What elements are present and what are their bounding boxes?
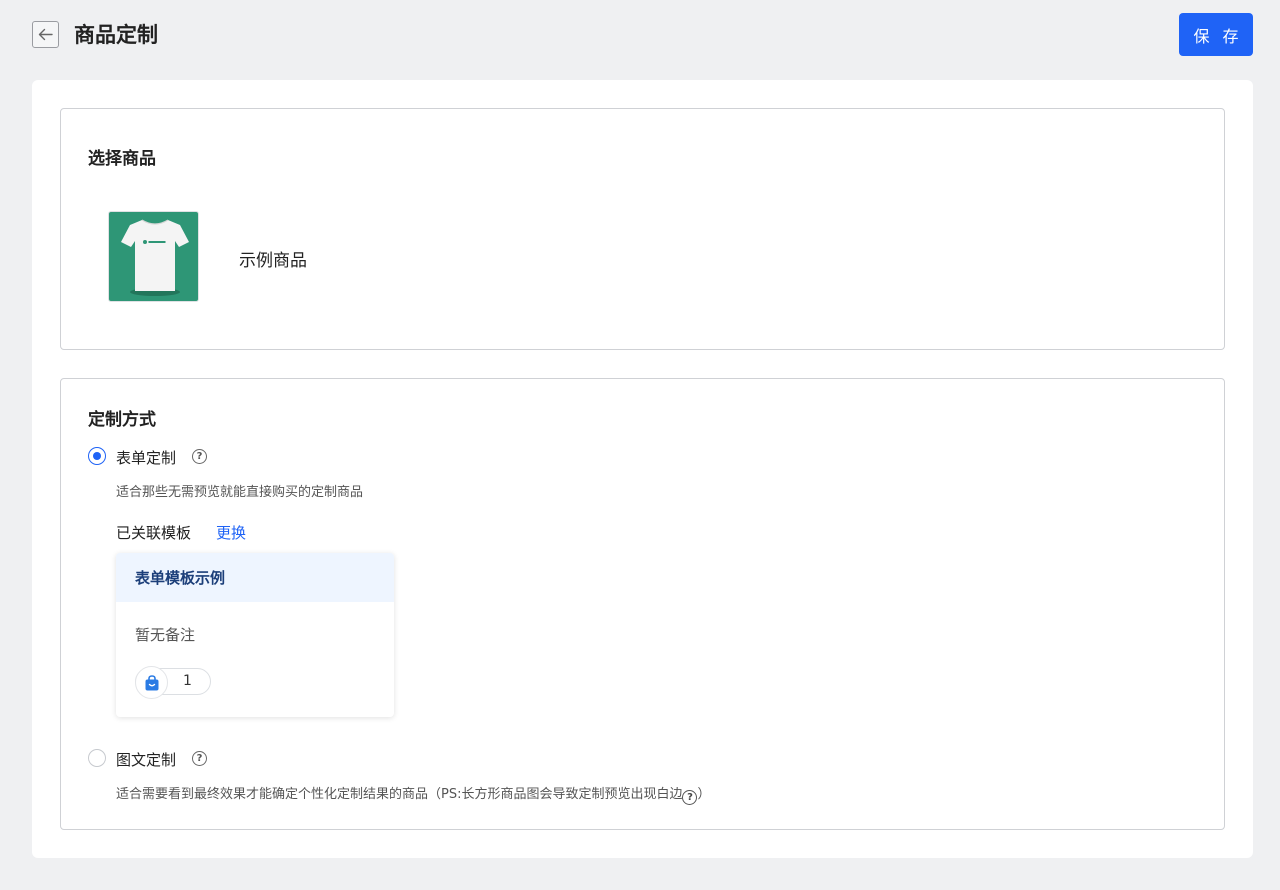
form-customization-radio[interactable] [88, 447, 106, 465]
form-customization-description: 适合那些无需预览就能直接购买的定制商品 [116, 485, 364, 500]
product-thumbnail[interactable] [108, 211, 199, 302]
shopping-bag-icon [135, 666, 168, 699]
image-customization-description: 适合需要看到最终效果才能确定个性化定制结果的商品（PS:长方形商品图会导致定制预… [116, 783, 711, 805]
product-count-pill: 1 [135, 666, 211, 699]
image-customization-label[interactable]: 图文定制 [116, 749, 176, 770]
arrow-left-icon [38, 28, 53, 41]
main-card: 选择商品 示例商品 定制方式 表单定制 ? 适合那些无需预览就能直接购买的定制商… [32, 80, 1253, 858]
image-customization-description-text: 适合需要看到最终效果才能确定个性化定制结果的商品（PS:长方形商品图会导致定制预… [116, 787, 683, 802]
question-circle-icon[interactable]: ? [682, 790, 698, 805]
page-title: 商品定制 [74, 23, 158, 47]
tshirt-image [109, 212, 198, 301]
image-customization-description-end: ） [697, 787, 711, 802]
form-customization-label[interactable]: 表单定制 [116, 447, 176, 468]
image-customization-radio[interactable] [88, 749, 106, 767]
product-name: 示例商品 [239, 251, 307, 271]
linked-template-label: 已关联模板 [116, 524, 192, 542]
back-button[interactable] [32, 21, 59, 48]
section-title-customization-method: 定制方式 [88, 410, 156, 430]
question-circle-icon[interactable]: ? [192, 751, 207, 766]
template-card[interactable]: 表单模板示例 暂无备注 1 [116, 553, 394, 717]
section-title-select-product: 选择商品 [88, 149, 156, 169]
select-product-section: 选择商品 示例商品 [60, 108, 1225, 350]
question-circle-icon[interactable]: ? [192, 449, 207, 464]
product-count: 1 [183, 673, 192, 689]
template-name: 表单模板示例 [116, 553, 394, 602]
page-header: 商品定制 保 存 [0, 0, 1280, 70]
change-template-link[interactable]: 更换 [216, 522, 246, 543]
save-button[interactable]: 保 存 [1179, 13, 1253, 56]
customization-method-section: 定制方式 表单定制 ? 适合那些无需预览就能直接购买的定制商品 已关联模板 更换… [60, 378, 1225, 830]
template-note: 暂无备注 [135, 626, 196, 644]
